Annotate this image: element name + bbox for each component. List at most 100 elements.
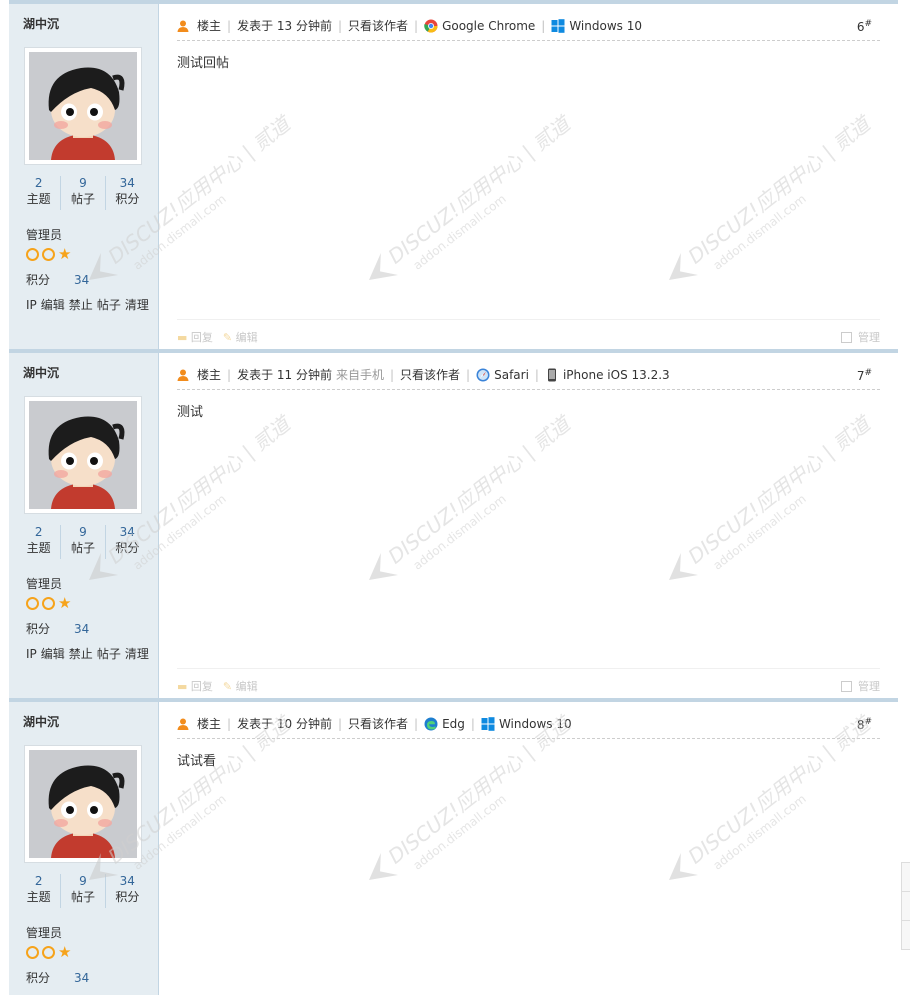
stat-label: 积分 (115, 890, 140, 904)
post-7: 湖中沉 2 主题 9 帖子 34 积分 管理员 ★ 积分 34 IP 编辑 禁止… (9, 349, 898, 698)
points-value: 34 (74, 622, 90, 636)
reply-button[interactable]: ▬ 回复 (177, 329, 213, 345)
post-content: 试试看 (177, 754, 217, 769)
sun-icon (26, 247, 39, 261)
separator: | (389, 367, 395, 382)
stat-label: 主题 (26, 192, 51, 206)
manage-checkbox[interactable] (841, 331, 852, 343)
points-row: 积分 34 (26, 271, 89, 288)
stat-credits[interactable]: 34 积分 (104, 874, 149, 908)
stat-posts[interactable]: 9 帖子 (60, 525, 104, 559)
points-row: 积分 34 (26, 620, 89, 637)
stat-value: 2 (34, 874, 43, 888)
phone-icon (547, 368, 556, 381)
edit-user-link[interactable]: 编辑 (41, 647, 65, 661)
stat-threads[interactable]: 2 主题 (17, 525, 60, 559)
floor-number-link[interactable]: 6# (857, 19, 872, 34)
separator: | (466, 367, 471, 382)
user-posts-link[interactable]: 帖子 (97, 647, 121, 661)
points-value: 34 (74, 971, 90, 985)
avatar[interactable] (25, 397, 141, 513)
post-8: 湖中沉 2 主题 9 帖子 34 积分 管理员 ★ 积分 34 楼主 | 发表于… (9, 698, 898, 995)
side-scroll-buttons[interactable] (901, 862, 910, 950)
avatar-image (29, 750, 137, 858)
user-group-link[interactable]: 管理员 (26, 226, 62, 243)
author-stats: 2 主题 9 帖子 34 积分 (17, 176, 149, 210)
user-posts-link[interactable]: 帖子 (97, 298, 121, 312)
cleanup-link[interactable]: 清理 (125, 647, 149, 661)
stat-credits[interactable]: 34 积分 (104, 176, 149, 210)
os-name: Windows 10 (498, 716, 572, 731)
user-group-link[interactable]: 管理员 (26, 575, 62, 592)
edit-button[interactable]: ✎ 编辑 (223, 329, 258, 345)
stat-value: 2 (34, 525, 43, 539)
only-author-link[interactable]: 只看该作者 (348, 17, 408, 34)
author-sidebar: 湖中沉 2 (9, 353, 159, 698)
avatar[interactable] (25, 746, 141, 862)
star-icon: ★ (58, 245, 72, 263)
stat-credits[interactable]: 34 积分 (104, 525, 149, 559)
post-info-line: 楼主 | 发表于 10 分钟前 | 只看该作者 | Edg | Windows … (177, 711, 880, 739)
edit-label: 编辑 (235, 331, 258, 344)
separator: | (337, 18, 343, 33)
stat-posts[interactable]: 9 帖子 (60, 874, 104, 908)
ban-link[interactable]: 禁止 (69, 298, 93, 312)
author-stats: 2 主题 9 帖子 34 积分 (17, 525, 149, 559)
browser-name: Safari (494, 367, 529, 382)
avatar[interactable] (25, 48, 141, 164)
reply-icon: ▬ (177, 331, 188, 344)
sun-icon (42, 945, 55, 959)
author-name-link[interactable]: 湖中沉 (23, 364, 59, 381)
sun-icon (42, 247, 55, 261)
stat-threads[interactable]: 2 主题 (17, 874, 60, 908)
star-icon: ★ (58, 594, 72, 612)
stat-value: 34 (119, 874, 135, 888)
author-name-link[interactable]: 湖中沉 (23, 713, 59, 730)
reply-label: 回复 (190, 680, 213, 693)
cleanup-link[interactable]: 清理 (125, 298, 149, 312)
separator: | (534, 367, 539, 382)
author-stats: 2 主题 9 帖子 34 积分 (17, 874, 149, 908)
floor-number-link[interactable]: 7# (857, 368, 872, 383)
user-icon (177, 369, 189, 381)
points-label: 积分 (26, 273, 51, 287)
author-name-link[interactable]: 湖中沉 (23, 15, 59, 32)
post-content: 测试 (177, 405, 204, 420)
floor-number-link[interactable]: 8# (857, 717, 872, 732)
avatar-image (29, 401, 137, 509)
ip-link[interactable]: IP (26, 647, 37, 661)
rank-stars: ★ (26, 594, 72, 612)
pencil-icon: ✎ (222, 331, 233, 344)
edge-icon (424, 717, 438, 730)
stat-threads[interactable]: 2 主题 (17, 176, 60, 210)
stat-label: 积分 (115, 541, 140, 555)
stat-posts[interactable]: 9 帖子 (60, 176, 104, 210)
user-icon (177, 20, 189, 32)
separator: | (337, 716, 343, 731)
floor-mark: # (864, 717, 872, 727)
separator: | (227, 716, 232, 731)
user-group-link[interactable]: 管理员 (26, 924, 62, 941)
only-author-link[interactable]: 只看该作者 (348, 715, 408, 732)
sun-icon (42, 596, 55, 610)
edit-user-link[interactable]: 编辑 (41, 298, 65, 312)
ip-link[interactable]: IP (26, 298, 37, 312)
post-content: 测试回帖 (177, 56, 230, 71)
reply-button[interactable]: ▬ 回复 (177, 678, 213, 694)
chrome-icon (424, 19, 438, 32)
user-icon (177, 718, 189, 730)
post-main: 楼主 | 发表于 11 分钟前 来自手机 | 只看该作者 | Safari | … (177, 353, 880, 698)
stat-value: 9 (79, 176, 87, 190)
posted-time: 发表于 10 分钟前 (237, 717, 332, 731)
manage-checkbox[interactable] (841, 680, 852, 692)
floor-mark: # (864, 19, 872, 29)
stat-label: 主题 (26, 890, 51, 904)
only-author-link[interactable]: 只看该作者 (400, 366, 460, 383)
ban-link[interactable]: 禁止 (69, 647, 93, 661)
post-actions: ▬ 回复 ✎ 编辑 管理 (177, 668, 880, 697)
points-label: 积分 (26, 622, 51, 636)
sun-icon (26, 945, 39, 959)
edit-button[interactable]: ✎ 编辑 (223, 678, 258, 694)
windows-icon (481, 716, 495, 731)
os-name: Windows 10 (569, 18, 642, 33)
